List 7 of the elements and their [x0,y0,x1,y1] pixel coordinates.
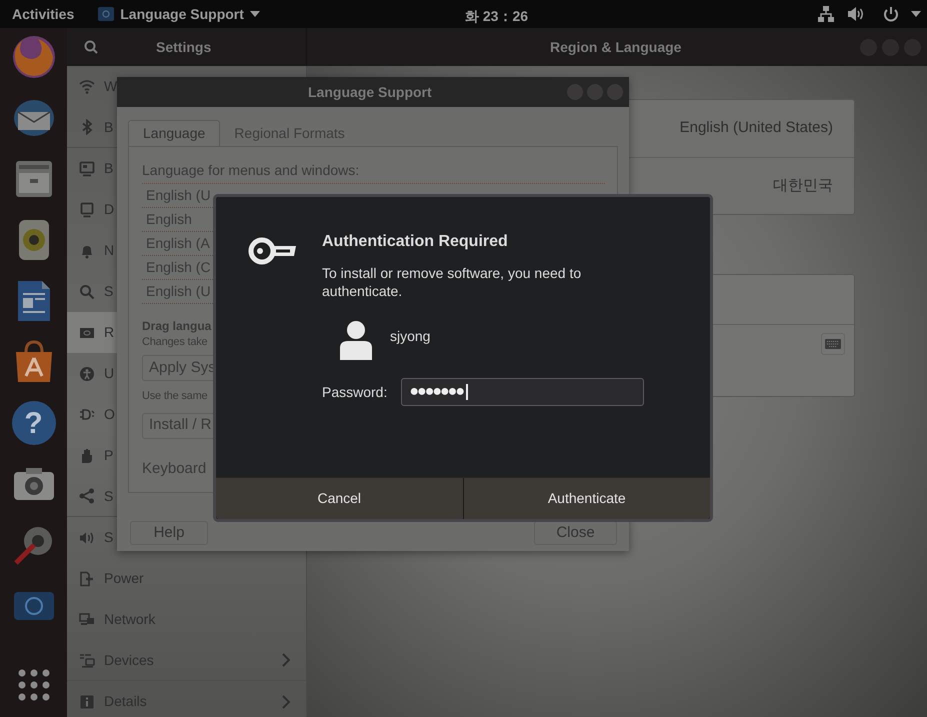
page-title: Region & Language [550,38,682,57]
window-title: Language Support [308,82,432,102]
password-label: Password: [322,382,388,402]
window-title: Settings [156,38,212,57]
user-name: sjyong [390,326,430,346]
dialog-title: Authentication Required [322,232,509,252]
dialog-message: To install or remove software, you need to authenticate. [322,264,582,300]
